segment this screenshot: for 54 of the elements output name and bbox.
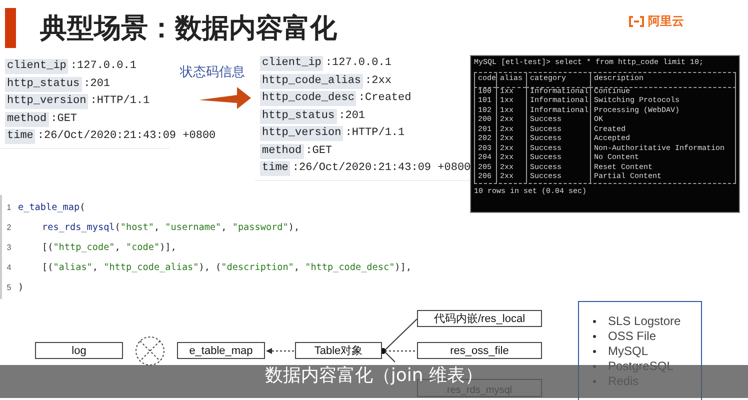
line-number: 4 xyxy=(6,262,12,272)
dashed-arrow xyxy=(266,348,294,354)
source-label: SLS Logstore xyxy=(608,314,681,329)
field-value: :26/Oct/2020:21:43:09 +0800 xyxy=(37,129,216,144)
field-key: client_ip xyxy=(260,56,324,71)
code-line: ) xyxy=(17,282,24,292)
field-value: :2xx xyxy=(365,74,392,88)
code-line: [("alias", "http_code_alias"), ("description", "http_code_desc")], xyxy=(41,262,412,272)
field-value: :26/Oct/2020:21:43:09 +0800 xyxy=(292,161,471,176)
code-line: e_table_map( xyxy=(17,202,86,212)
field-key: http_status xyxy=(5,76,82,92)
field-value: :HTTP/1.1 xyxy=(345,126,405,141)
field-key: method xyxy=(5,112,49,126)
arrow-label: 状态码信息 xyxy=(180,63,246,81)
field-value: :GET xyxy=(306,144,332,158)
title-accent-bar xyxy=(5,8,16,48)
code-line: res_rds_mysql("host", "username", "password"), xyxy=(41,222,300,232)
function-node: e_table_map xyxy=(177,342,265,359)
field-value: :Created xyxy=(358,91,412,106)
field-value: :201 xyxy=(338,108,366,124)
field-key: http_version xyxy=(5,94,88,109)
field-key: http_code_alias xyxy=(260,74,364,88)
field-value: :127.0.0.1 xyxy=(325,56,392,71)
log-node: log xyxy=(35,342,123,359)
table-node: Table对象 xyxy=(295,342,382,359)
source-label: OSS File xyxy=(608,329,656,344)
source-node: 代码内嵌/res_local xyxy=(417,310,542,327)
line-number: 5 xyxy=(6,282,12,292)
field-key: time xyxy=(5,129,36,144)
bullet-icon xyxy=(593,320,596,323)
field-value: :201 xyxy=(84,76,110,92)
slide-title: 典型场景：数据内容富化 xyxy=(40,12,338,46)
source-label: MySQL xyxy=(608,344,648,359)
field-key: client_ip xyxy=(5,59,68,74)
line-number: 1 xyxy=(6,202,12,212)
field-value: :127.0.0.1 xyxy=(70,59,136,74)
logo-text: 阿里云 xyxy=(648,13,684,30)
bullet-icon xyxy=(593,350,596,353)
field-value: :GET xyxy=(50,112,78,126)
field-key: http_code_desc xyxy=(260,91,356,106)
subtitle-text: 数据内容富化（join 维表） xyxy=(264,366,484,386)
logo-icon xyxy=(628,16,645,27)
field-key: method xyxy=(260,144,304,158)
bullet-icon xyxy=(593,335,596,338)
field-value: :HTTP/1.1 xyxy=(90,94,150,109)
line-number: 3 xyxy=(6,242,12,252)
field-key: http_version xyxy=(260,126,344,141)
line-number: 2 xyxy=(6,222,12,232)
field-key: http_status xyxy=(260,108,337,124)
source-node: res_oss_file xyxy=(417,342,542,359)
cross-circle-icon xyxy=(136,336,164,366)
code-line: [("http_code", "code")], xyxy=(41,242,176,252)
field-key: time xyxy=(260,161,290,176)
right-arrow-icon xyxy=(199,87,252,109)
